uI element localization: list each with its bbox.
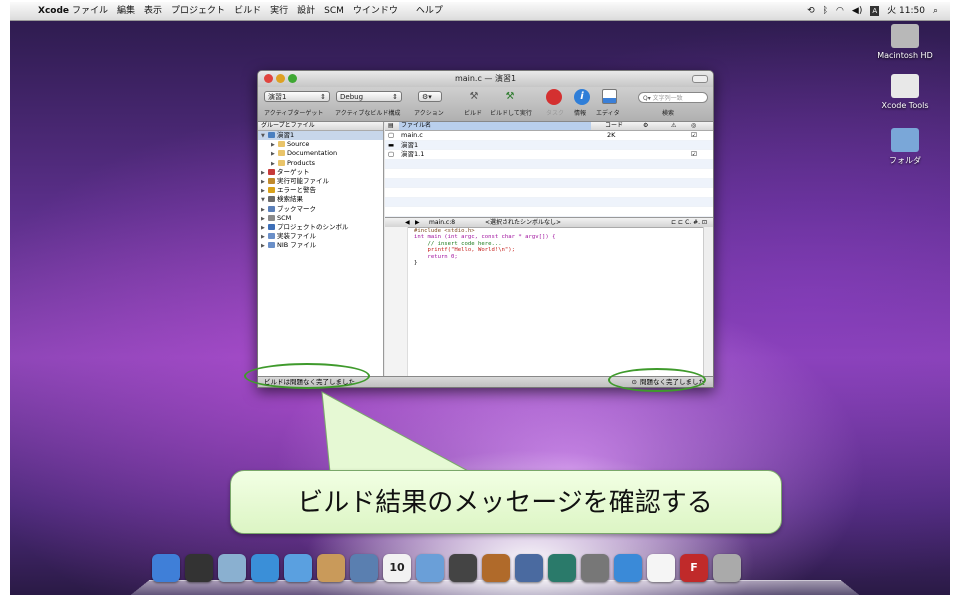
mail-icon[interactable] — [218, 554, 246, 582]
callout-text: ビルド結果のメッセージを確認する — [297, 488, 713, 518]
ichat-icon[interactable] — [284, 554, 312, 582]
time-machine-icon[interactable] — [548, 554, 576, 582]
xcode-icon[interactable] — [614, 554, 642, 582]
iphoto-icon[interactable] — [350, 554, 378, 582]
filezilla-icon[interactable]: F — [680, 554, 708, 582]
imovie-icon[interactable] — [449, 554, 477, 582]
finder-icon[interactable] — [152, 554, 180, 582]
address-book-icon[interactable] — [317, 554, 345, 582]
trash-icon[interactable] — [713, 554, 741, 582]
system-preferences-icon[interactable] — [581, 554, 609, 582]
safari-icon[interactable] — [251, 554, 279, 582]
spaces-icon[interactable] — [515, 554, 543, 582]
document-icon[interactable] — [647, 554, 675, 582]
ical-icon[interactable]: 10 — [383, 554, 411, 582]
dock-shelf — [130, 579, 860, 595]
dock: 10 F — [130, 554, 860, 595]
itunes-icon[interactable] — [416, 554, 444, 582]
desktop: Xcode ファイル 編集 表示 プロジェクト ビルド 実行 設計 SCM ウインドウ ヘルプ ⟲… — [10, 2, 950, 595]
dashboard-icon[interactable] — [185, 554, 213, 582]
garageband-icon[interactable] — [482, 554, 510, 582]
